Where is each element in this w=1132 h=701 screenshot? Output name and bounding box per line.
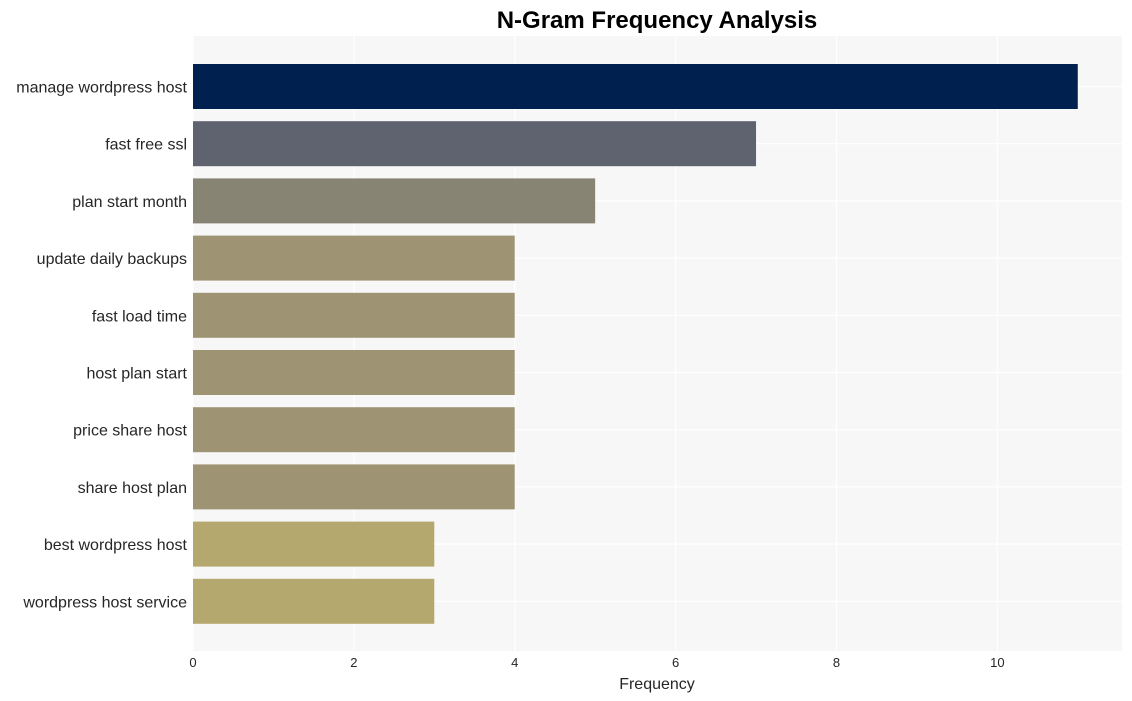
- x-tick-label: 4: [511, 655, 518, 670]
- bar: [193, 178, 596, 224]
- category-label: wordpress host service: [22, 594, 187, 611]
- category-label: host plan start: [87, 366, 188, 383]
- x-axis-label: Frequency: [619, 676, 695, 693]
- bar: [193, 121, 757, 167]
- chart-title: N-Gram Frequency Analysis: [497, 7, 818, 34]
- bar: [193, 407, 515, 453]
- category-label: fast free ssl: [105, 137, 187, 154]
- category-label: best wordpress host: [44, 537, 188, 554]
- category-label: manage wordpress host: [16, 80, 187, 97]
- ngram-bar-chart: manage wordpress host fast free ssl plan s…: [16, 7, 1122, 693]
- bar: [193, 64, 1078, 109]
- category-label: fast load time: [92, 308, 187, 325]
- bar: [193, 464, 515, 510]
- bar: [193, 350, 515, 395]
- x-tick-label: 2: [350, 655, 357, 670]
- bar: [193, 521, 435, 567]
- x-tick-label: 8: [833, 655, 840, 670]
- category-labels: manage wordpress host fast free ssl plan s…: [16, 80, 187, 612]
- x-tick-label: 10: [990, 655, 1004, 670]
- x-tick-label: 6: [672, 655, 679, 670]
- bar: [193, 292, 515, 338]
- x-tick-label: 0: [189, 655, 196, 670]
- category-label: share host plan: [78, 480, 187, 497]
- category-label: price share host: [73, 423, 187, 440]
- category-label: update daily backups: [37, 251, 187, 268]
- bar: [193, 578, 435, 624]
- bar: [193, 235, 515, 281]
- category-label: plan start month: [72, 194, 187, 211]
- x-tick-labels: 0 2 4 6 8 10: [189, 655, 1004, 670]
